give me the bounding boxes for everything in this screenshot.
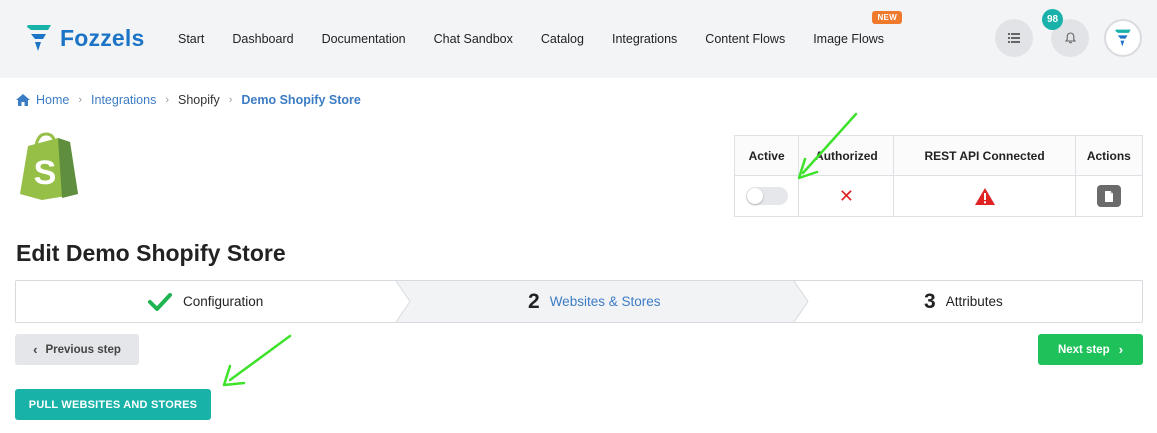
- arrow-to-pull-button: [222, 334, 292, 387]
- step-websites-stores[interactable]: 2 Websites & Stores: [528, 281, 660, 322]
- list-button[interactable]: [995, 19, 1033, 57]
- active-cell: [733, 175, 800, 217]
- step-configuration[interactable]: Configuration: [148, 281, 263, 322]
- notification-count-badge: 98: [1042, 9, 1063, 30]
- step-websites-stores-label: Websites & Stores: [549, 294, 661, 309]
- column-header-authorized: Authorized: [798, 135, 895, 176]
- column-header-actions: Actions: [1074, 135, 1144, 176]
- wizard-steps: Configuration 2 Websites & Stores 3 Attr…: [15, 280, 1143, 323]
- fozzels-logo-icon: [27, 25, 51, 51]
- chevron-right-icon: ›: [1118, 342, 1124, 357]
- breadcrumb-home[interactable]: Home: [36, 93, 69, 107]
- nav-item-start[interactable]: Start: [178, 32, 204, 46]
- chevron-left-icon: ‹: [33, 342, 38, 357]
- nav-item-catalog[interactable]: Catalog: [541, 32, 584, 46]
- check-icon: [148, 292, 172, 311]
- breadcrumb-separator: ›: [78, 94, 83, 106]
- main-nav: Start Dashboard Documentation Chat Sandb…: [164, 0, 903, 78]
- breadcrumb-separator: ›: [165, 94, 170, 106]
- nav-item-chat-sandbox[interactable]: Chat Sandbox: [434, 32, 513, 46]
- nav-item-integrations[interactable]: Integrations: [612, 32, 677, 46]
- new-badge: NEW: [872, 11, 903, 24]
- document-icon: [1104, 190, 1113, 202]
- nav-item-content-flows[interactable]: Content Flows: [705, 32, 785, 46]
- brand-name: Fozzels: [60, 24, 145, 51]
- nav-item-image-flows-label: Image Flows: [813, 32, 885, 46]
- column-header-active: Active: [733, 135, 800, 176]
- authorized-cell: ✕: [798, 175, 895, 217]
- pull-websites-and-stores-label: PULL WEBSITES AND STORES: [28, 398, 198, 411]
- previous-step-button[interactable]: ‹ Previous step: [15, 334, 139, 365]
- breadcrumb: Home › Integrations › Shopify › Demo Sho…: [16, 93, 361, 107]
- shopify-logo-icon: S: [20, 132, 78, 200]
- column-header-rest-api: REST API Connected: [893, 135, 1076, 176]
- home-icon: [16, 94, 30, 106]
- actions-cell: [1074, 175, 1144, 217]
- warning-icon: [974, 187, 995, 205]
- step-attributes-label: Attributes: [945, 294, 1003, 309]
- list-icon: [1008, 33, 1020, 43]
- bell-icon: [1064, 32, 1076, 44]
- breadcrumb-current: Demo Shopify Store: [241, 93, 361, 107]
- step-attributes-number: 3: [924, 289, 936, 313]
- step-configuration-label: Configuration: [183, 294, 264, 309]
- brand-logo[interactable]: Fozzels: [26, 24, 144, 52]
- page-title: Edit Demo Shopify Store: [16, 240, 286, 266]
- next-step-button[interactable]: Next step ›: [1038, 334, 1143, 365]
- svg-text:S: S: [34, 154, 57, 192]
- next-step-label: Next step: [1057, 343, 1110, 356]
- breadcrumb-shopify[interactable]: Shopify: [178, 93, 220, 107]
- breadcrumb-separator: ›: [228, 94, 233, 106]
- step-attributes[interactable]: 3 Attributes: [924, 281, 1003, 322]
- user-avatar[interactable]: [1104, 19, 1142, 57]
- active-toggle[interactable]: [745, 186, 788, 205]
- document-button[interactable]: [1096, 185, 1121, 207]
- x-icon: ✕: [838, 185, 854, 206]
- breadcrumb-integrations[interactable]: Integrations: [91, 93, 156, 107]
- step-websites-stores-number: 2: [528, 289, 540, 313]
- rest-api-cell: [893, 175, 1076, 217]
- nav-item-image-flows[interactable]: Image Flows NEW: [813, 11, 903, 46]
- pull-websites-and-stores-button[interactable]: PULL WEBSITES AND STORES: [15, 389, 211, 420]
- top-navigation-bar: Fozzels Start Dashboard Documentation Ch…: [0, 0, 1157, 78]
- nav-item-documentation[interactable]: Documentation: [322, 32, 406, 46]
- previous-step-label: Previous step: [45, 343, 121, 356]
- nav-item-dashboard[interactable]: Dashboard: [232, 32, 293, 46]
- brand-avatar-icon: [1115, 29, 1131, 47]
- integration-status-table: Active Authorized REST API Connected Act…: [733, 135, 1144, 217]
